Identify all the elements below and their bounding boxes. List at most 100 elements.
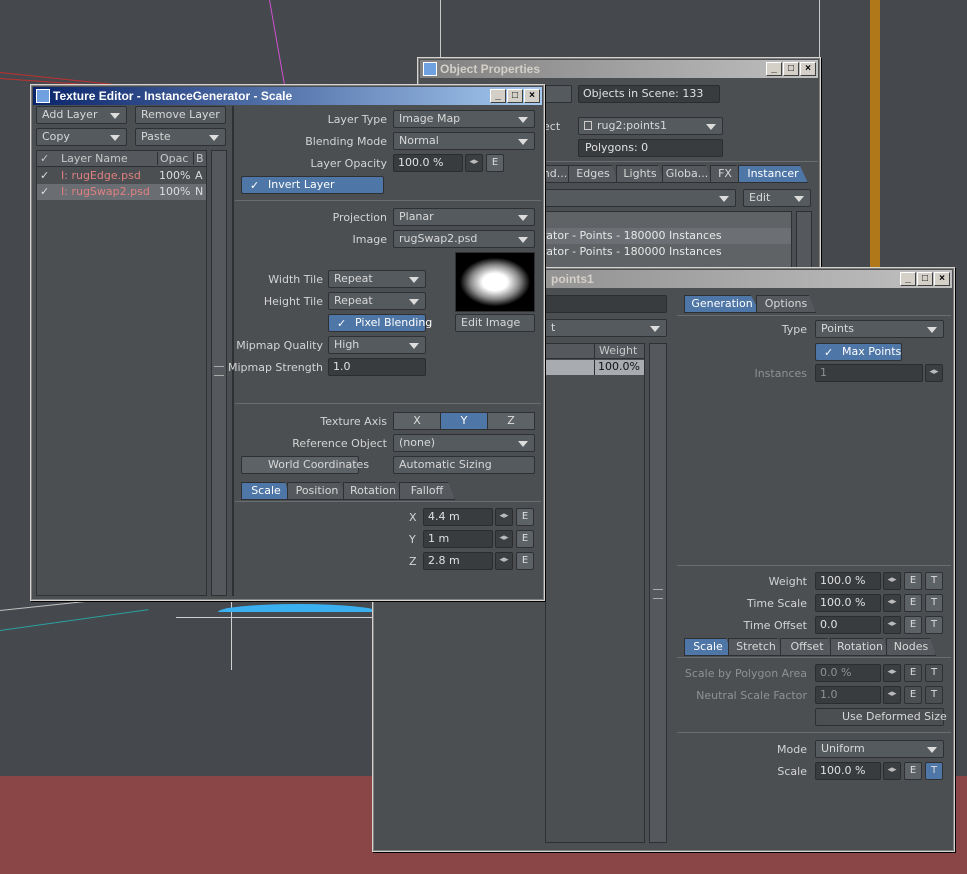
width-tile-dropdown[interactable]: Repeat [328,270,426,288]
pixel-blending-checkbox[interactable]: ✓ Pixel Blending [328,314,432,332]
copy-dropdown[interactable]: Copy [36,128,127,146]
layer-row[interactable]: ✓ I: rugSwap2.psd 100% N [37,184,206,200]
scale-x-field[interactable]: 4.4 m [423,508,493,526]
object-dropdown[interactable]: rug2:points1 [578,117,723,135]
scale-z-arrows-icon[interactable]: ◂▸ [495,552,513,570]
tab-stretch[interactable]: Stretch [728,638,784,656]
neutral-scale-texture-button[interactable]: T [925,686,943,704]
max-points-checkbox[interactable]: ✓ Max Points [815,343,902,361]
layer-list-scrollbar[interactable] [211,150,227,596]
time-offset-envelope-button[interactable]: E [904,616,922,634]
scale-y-envelope-button[interactable]: E [516,530,534,548]
instancer-dropdown[interactable] [530,189,736,207]
weight-cell[interactable]: 100.0% [594,360,646,375]
weight-envelope-button[interactable]: E [904,572,922,590]
object-properties-titlebar[interactable]: Object Properties _ □ × [420,60,818,78]
scale-by-polygon-arrows-icon[interactable]: ◂▸ [883,664,901,682]
time-scale-envelope-button[interactable]: E [904,594,922,612]
instance-row[interactable]: erator - Points - 180000 Instances [531,244,791,260]
layer-type-dropdown[interactable]: Image Map [393,110,535,128]
maximize-icon[interactable]: □ [507,89,523,103]
scale-y-field[interactable]: 1 m [423,530,493,548]
time-scale-arrows-icon[interactable]: ◂▸ [883,594,901,612]
image-thumbnail[interactable] [455,252,535,312]
automatic-sizing-button[interactable]: Automatic Sizing [393,456,535,474]
layer-row[interactable]: ✓ I: rugEdge.psd 100% A [37,168,206,184]
reference-object-dropdown[interactable]: (none) [393,434,535,452]
minimize-icon[interactable]: _ [900,272,916,286]
scale-by-polygon-texture-button[interactable]: T [925,664,943,682]
layer-opacity-field[interactable]: 100.0 % [393,154,463,172]
neutral-scale-field[interactable]: 1.0 [815,686,881,704]
invert-layer-checkbox[interactable]: ✓ Invert Layer [241,176,384,194]
tab-instancer[interactable]: Instancer [738,165,808,183]
close-icon[interactable]: × [524,89,540,103]
scale-by-polygon-envelope-button[interactable]: E [904,664,922,682]
neutral-scale-arrows-icon[interactable]: ◂▸ [883,686,901,704]
close-icon[interactable]: × [934,272,950,286]
instances-field[interactable]: 1 [815,364,923,382]
layer-list[interactable]: ✓ Layer Name Opac B ✓ I: rugEdge.psd 100… [36,150,207,596]
scale-y-arrows-icon[interactable]: ◂▸ [495,530,513,548]
name-column-header[interactable]: Layer Name [61,152,128,165]
instances-arrows-icon[interactable]: ◂▸ [925,364,943,382]
mipmap-quality-dropdown[interactable]: High [328,336,426,354]
close-icon[interactable]: × [800,62,816,76]
edit-dropdown[interactable]: Edit [743,189,811,207]
tab-global[interactable]: Globa... [662,165,712,183]
axis-z-button[interactable]: Z [487,412,535,430]
tab-lights[interactable]: Lights [616,165,664,183]
scale-arrows-icon[interactable]: ◂▸ [883,762,901,780]
scale-texture-button[interactable]: T [925,762,943,780]
scale-x-arrows-icon[interactable]: ◂▸ [495,508,513,526]
scale-envelope-button[interactable]: E [904,762,922,780]
tab-rotation[interactable]: Rotation [343,482,403,500]
weight-field[interactable]: 100.0 % [815,572,881,590]
tab-rotation[interactable]: Rotation [830,638,890,656]
splitter[interactable] [232,106,234,596]
weight-arrows-icon[interactable]: ◂▸ [883,572,901,590]
scale-z-envelope-button[interactable]: E [516,552,534,570]
blend-column-header[interactable]: B [193,152,204,165]
generator-list[interactable]: Weight 100.0% [545,343,645,843]
weight-column-header[interactable]: Weight [594,344,646,359]
tab-nodes[interactable]: Nodes [886,638,936,656]
projection-dropdown[interactable]: Planar [393,208,535,226]
tab-edges[interactable]: Edges [568,165,618,183]
mode-dropdown[interactable]: Uniform [815,740,944,758]
scale-by-polygon-field[interactable]: 0.0 % [815,664,881,682]
tab-offset[interactable]: Offset [780,638,834,656]
layer-opacity-arrows-icon[interactable]: ◂▸ [465,154,483,172]
texture-editor-titlebar[interactable]: Texture Editor - InstanceGenerator - Sca… [33,87,542,105]
add-layer-dropdown[interactable]: Add Layer [36,106,127,124]
axis-x-button[interactable]: X [393,412,441,430]
tab-fx[interactable]: FX [710,165,740,183]
time-scale-texture-button[interactable]: T [925,594,943,612]
maximize-icon[interactable]: □ [917,272,933,286]
tab-falloff[interactable]: Falloff [399,482,455,500]
opacity-column-header[interactable]: Opac [157,152,188,165]
type-dropdown[interactable]: Points [815,320,944,338]
layer-enabled-icon[interactable]: ✓ [40,168,49,183]
scale-z-field[interactable]: 2.8 m [423,552,493,570]
remove-layer-button[interactable]: Remove Layer [135,106,226,124]
scale-field[interactable]: 100.0 % [815,762,881,780]
instance-row[interactable]: erator - Points - 180000 Instances [531,228,791,244]
layer-enabled-icon[interactable]: ✓ [40,184,49,199]
generator-dropdown[interactable]: t [545,319,667,337]
time-offset-arrows-icon[interactable]: ◂▸ [883,616,901,634]
tab-generation[interactable]: Generation [684,295,760,313]
height-tile-dropdown[interactable]: Repeat [328,292,426,310]
neutral-scale-envelope-button[interactable]: E [904,686,922,704]
tab-scale[interactable]: Scale [684,638,732,656]
axis-y-button[interactable]: Y [440,412,488,430]
mipmap-strength-field[interactable]: 1.0 [328,358,426,376]
edit-image-button[interactable]: Edit Image [455,314,535,332]
use-deformed-size-checkbox[interactable]: Use Deformed Size [815,708,947,726]
scale-x-envelope-button[interactable]: E [516,508,534,526]
image-dropdown[interactable]: rugSwap2.psd [393,230,535,248]
blending-mode-dropdown[interactable]: Normal [393,132,535,150]
list-scrollbar[interactable] [649,343,667,843]
layer-opacity-envelope-button[interactable]: E [486,154,504,172]
time-offset-field[interactable]: 0.0 [815,616,881,634]
